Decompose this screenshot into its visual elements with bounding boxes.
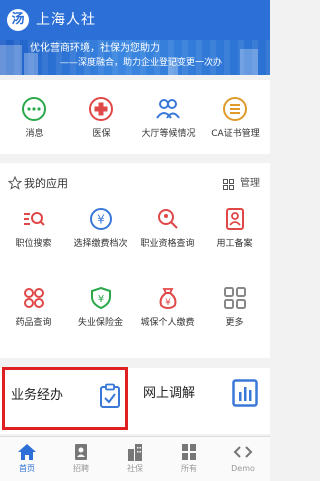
shield-yen-icon: ¥ (91, 286, 111, 310)
app-label: 城保个人缴费 (140, 318, 195, 328)
all-grid-icon (182, 444, 196, 460)
employment-record-icon (226, 208, 244, 230)
tab-recruit[interactable]: 招聘 (54, 437, 108, 481)
app-personal-payment[interactable]: ¥ 城保个人缴费 (134, 286, 201, 346)
app-label: 药品查询 (15, 318, 52, 328)
message-icon (22, 97, 46, 121)
more-grid-icon (224, 287, 246, 309)
app-payment-level[interactable]: ¥ 选择缴费档次 (67, 207, 134, 267)
online-mediation-label[interactable]: 网上调解 (143, 385, 195, 403)
my-apps-title: 我的应用 (24, 177, 68, 190)
job-search-icon (24, 212, 45, 226)
tab-home[interactable]: 首页 (0, 437, 54, 481)
banner-building (0, 45, 22, 75)
certificate-icon (223, 97, 247, 121)
building-icon (128, 444, 142, 461)
my-apps-panel: 我的应用 管理 职位搜索 ¥ 选择缴费档次 职业资格查询 用工备案 药品查询 ¥… (0, 163, 270, 358)
banner-subline: ——深度融合，助力企业登记变更一次办 (60, 58, 223, 68)
tab-label: 所有 (181, 464, 197, 473)
tab-all[interactable]: 所有 (162, 437, 216, 481)
qualification-search-icon (158, 209, 178, 229)
recruit-icon (75, 444, 87, 460)
money-bag-icon: ¥ (159, 288, 177, 310)
code-icon (233, 446, 253, 458)
quick-actions: 消息 医保 大厅等候情况 CA证书管理 (0, 80, 270, 154)
banner-building (240, 49, 258, 75)
tab-social-security[interactable]: 社保 (108, 437, 162, 481)
manage-grid-icon (223, 179, 234, 190)
app-logo: 汤 (7, 9, 29, 31)
tab-label: 社保 (127, 464, 143, 473)
app-label: 职位搜索 (15, 239, 52, 249)
quick-action-ca-cert[interactable]: CA证书管理 (202, 80, 269, 154)
banner-building (24, 53, 38, 75)
svg-text:¥: ¥ (97, 213, 105, 227)
business-service-label: 业务经办 (11, 388, 64, 403)
quick-action-label: 医保 (92, 129, 111, 139)
quick-action-message[interactable]: 消息 (1, 80, 68, 154)
tab-label: Demo (231, 464, 255, 473)
svg-text:¥: ¥ (98, 294, 104, 305)
quick-action-label: 消息 (25, 129, 44, 139)
star-icon (8, 176, 22, 190)
banner-headline: 优化营商环境，社保为您助力 (30, 43, 160, 54)
home-icon (18, 444, 36, 460)
app-job-search[interactable]: 职位搜索 (0, 207, 67, 267)
app-qualification-query[interactable]: 职业资格查询 (134, 207, 201, 267)
medical-cross-icon (89, 97, 113, 121)
quick-action-hall-waiting[interactable]: 大厅等候情况 (135, 80, 202, 154)
app-label: 失业保险金 (77, 318, 123, 328)
clipboard-check-icon (100, 383, 120, 408)
yen-icon: ¥ (90, 208, 112, 230)
app-title: 上海人社 (36, 12, 96, 28)
app-label: 更多 (225, 318, 244, 328)
app-unemployment-benefit[interactable]: ¥ 失业保险金 (67, 286, 134, 346)
manage-button[interactable]: 管理 (240, 177, 260, 191)
app-label: 职业资格查询 (140, 239, 195, 249)
tab-label: 首页 (19, 464, 35, 473)
promo-banner[interactable]: 优化营商环境，社保为您助力 ——深度融合，助力企业登记变更一次办 (0, 40, 270, 75)
tab-demo[interactable]: Demo (216, 437, 270, 481)
people-icon (156, 99, 180, 119)
quick-action-label: CA证书管理 (211, 129, 260, 139)
quick-action-label: 大厅等候情况 (141, 129, 196, 139)
svg-text:¥: ¥ (165, 298, 171, 308)
app-employment-record[interactable]: 用工备案 (201, 207, 268, 267)
app-header: 汤 上海人社 (0, 0, 270, 40)
app-label: 用工备案 (216, 239, 253, 249)
bottom-tab-bar: 首页 招聘 社保 所有 Demo (0, 436, 270, 481)
app-drug-query[interactable]: 药品查询 (0, 286, 67, 346)
business-service-button[interactable]: 业务经办 (2, 367, 128, 430)
bar-chart-icon[interactable] (232, 379, 258, 407)
quick-action-medical[interactable]: 医保 (68, 80, 135, 154)
app-label: 选择缴费档次 (73, 239, 128, 249)
tab-label: 招聘 (73, 464, 89, 473)
drug-icon (24, 288, 44, 308)
app-more[interactable]: 更多 (201, 286, 268, 346)
